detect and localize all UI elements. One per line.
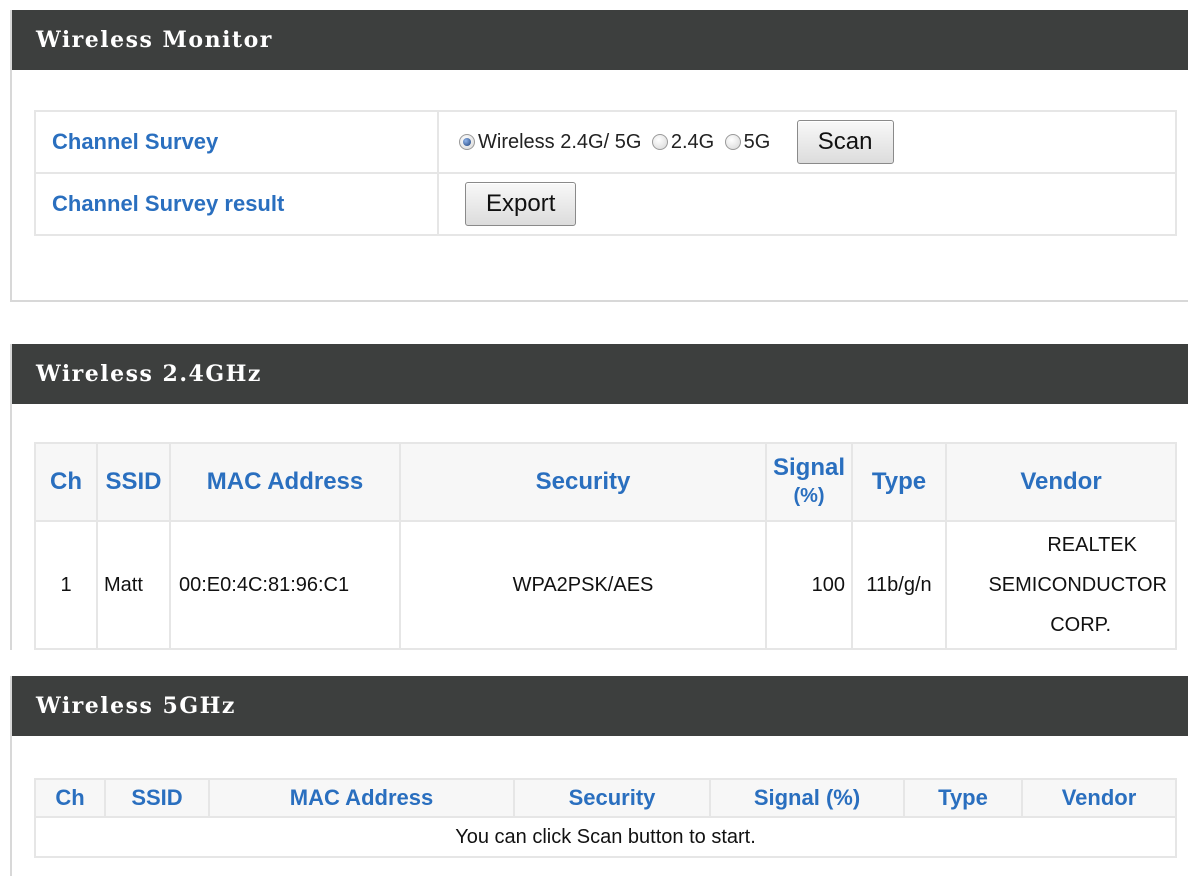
wireless-24ghz-panel: Wireless 2.4GHz Ch SSID MAC Address Secu… bbox=[10, 344, 1188, 650]
table-row[interactable]: 1 Matt 00:E0:4C:81:96:C1 WPA2PSK/AES 100… bbox=[34, 520, 1177, 650]
cell-ssid: Matt bbox=[96, 520, 171, 650]
col-ch-header: Ch bbox=[34, 442, 98, 522]
table-row-partial bbox=[34, 648, 1177, 650]
col-security-header: Security bbox=[399, 442, 767, 522]
channel-survey-table: Channel Survey Wireless 2.4G/ 5G 2.4G 5G… bbox=[34, 110, 1177, 236]
radio-24g[interactable] bbox=[651, 134, 668, 150]
wireless-monitor-title: Wireless Monitor bbox=[12, 10, 1188, 70]
radio-24g-label[interactable]: 2.4G bbox=[671, 131, 714, 153]
radio-wireless-24g-5g-label[interactable]: Wireless 2.4G/ 5G bbox=[478, 131, 641, 153]
col-signal-header-line2: (%) bbox=[793, 485, 825, 507]
col-signal-header: Signal (%) bbox=[709, 778, 905, 818]
cell-vendor-line3: CORP. bbox=[1050, 614, 1111, 636]
col-type-header: Type bbox=[851, 442, 947, 522]
col-ch-header: Ch bbox=[34, 778, 106, 818]
col-vendor-header: Vendor bbox=[945, 442, 1177, 522]
channel-survey-result-label-cell: Channel Survey result bbox=[34, 172, 439, 236]
cell-ch: 1 bbox=[34, 520, 98, 650]
col-ssid-header: SSID bbox=[96, 442, 171, 522]
cell-mac: 00:E0:4C:81:96:C1 bbox=[169, 520, 401, 650]
col-type-header: Type bbox=[903, 778, 1023, 818]
table-header-row: Ch SSID MAC Address Security Signal (%) … bbox=[34, 442, 1177, 522]
radio-5g[interactable] bbox=[724, 134, 741, 150]
radio-wireless-24g-5g[interactable] bbox=[459, 134, 475, 150]
cell-vendor: REALTEK SEMICONDUCTOR CORP. bbox=[945, 520, 1177, 650]
wireless-24ghz-table: Ch SSID MAC Address Security Signal (%) … bbox=[34, 442, 1177, 650]
export-button[interactable]: Export bbox=[465, 182, 577, 226]
cell-vendor-line1: REALTEK bbox=[1047, 534, 1137, 556]
wireless-5ghz-panel: Wireless 5GHz Ch SSID MAC Address Securi… bbox=[10, 676, 1188, 876]
col-signal-header: Signal (%) bbox=[765, 442, 853, 522]
empty-message: You can click Scan button to start. bbox=[34, 816, 1177, 858]
wireless-5ghz-title: Wireless 5GHz bbox=[12, 676, 1188, 736]
channel-survey-result-controls-cell: Export bbox=[437, 172, 1177, 236]
col-vendor-header: Vendor bbox=[1021, 778, 1177, 818]
channel-survey-result-label: Channel Survey result bbox=[52, 191, 285, 216]
table-header-row: Ch SSID MAC Address Security Signal (%) … bbox=[34, 778, 1177, 818]
col-mac-header: MAC Address bbox=[169, 442, 401, 522]
radio-5g-label[interactable]: 5G bbox=[744, 131, 771, 153]
wireless-monitor-panel: Wireless Monitor Channel Survey Wireless… bbox=[10, 10, 1188, 302]
channel-survey-label: Channel Survey bbox=[52, 129, 219, 154]
cell-vendor-line2: SEMICONDUCTOR bbox=[988, 574, 1167, 596]
wireless-5ghz-table: Ch SSID MAC Address Security Signal (%) … bbox=[34, 778, 1177, 858]
scan-button[interactable]: Scan bbox=[796, 120, 894, 164]
cell-type: 11b/g/n bbox=[851, 520, 947, 650]
col-mac-header: MAC Address bbox=[208, 778, 515, 818]
col-signal-header-line1: Signal bbox=[772, 454, 845, 481]
cell-signal: 100 bbox=[765, 520, 853, 650]
empty-message-row: You can click Scan button to start. bbox=[34, 816, 1177, 858]
channel-survey-label-cell: Channel Survey bbox=[34, 110, 439, 174]
wireless-24ghz-title: Wireless 2.4GHz bbox=[12, 344, 1188, 404]
cell-security: WPA2PSK/AES bbox=[399, 520, 767, 650]
col-ssid-header: SSID bbox=[104, 778, 210, 818]
channel-survey-controls-cell: Wireless 2.4G/ 5G 2.4G 5G Scan bbox=[437, 110, 1177, 174]
col-security-header: Security bbox=[513, 778, 711, 818]
